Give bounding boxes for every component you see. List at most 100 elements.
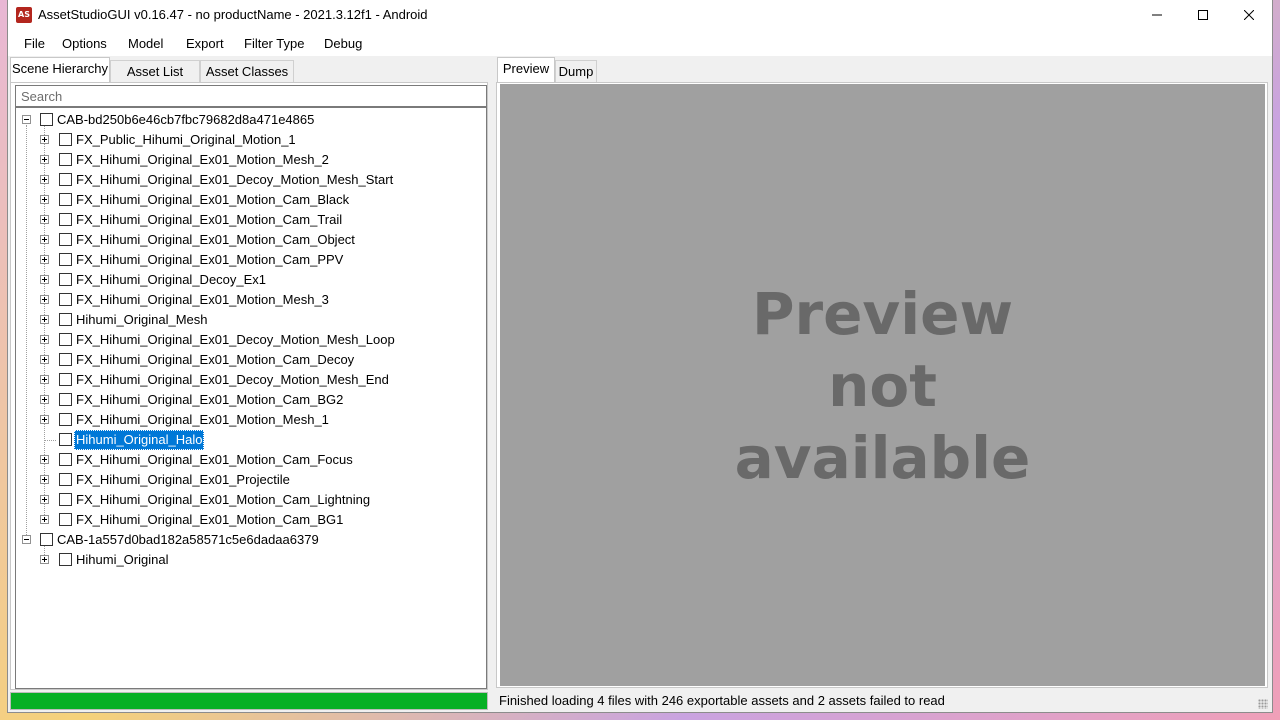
- close-icon: [1244, 10, 1254, 20]
- node-checkbox[interactable]: [59, 173, 72, 186]
- tree-node-label: FX_Hihumi_Original_Ex01_Motion_Cam_BG2: [76, 392, 344, 407]
- node-checkbox[interactable]: [59, 373, 72, 386]
- preview-canvas: Preview not available: [500, 84, 1265, 686]
- close-button[interactable]: [1226, 0, 1272, 30]
- node-checkbox[interactable]: [59, 353, 72, 366]
- collapse-icon[interactable]: [22, 115, 31, 124]
- expand-icon[interactable]: [40, 375, 49, 384]
- node-checkbox[interactable]: [59, 513, 72, 526]
- node-checkbox[interactable]: [59, 333, 72, 346]
- tree-child-node[interactable]: FX_Hihumi_Original_Decoy_Ex1: [16, 270, 486, 290]
- tree-child-node[interactable]: FX_Hihumi_Original_Ex01_Motion_Cam_Black: [16, 190, 486, 210]
- tree-node-label: FX_Hihumi_Original_Ex01_Motion_Mesh_1: [76, 412, 329, 427]
- tree-child-node[interactable]: FX_Hihumi_Original_Ex01_Decoy_Motion_Mes…: [16, 170, 486, 190]
- tab-dump[interactable]: Dump: [555, 60, 597, 82]
- tree-child-node[interactable]: FX_Hihumi_Original_Ex01_Motion_Cam_Objec…: [16, 230, 486, 250]
- tree-child-node[interactable]: Hihumi_Original_Halo: [16, 430, 486, 450]
- tree-child-node[interactable]: Hihumi_Original: [16, 550, 486, 570]
- expand-icon[interactable]: [40, 355, 49, 364]
- expand-icon[interactable]: [40, 395, 49, 404]
- tab-preview[interactable]: Preview: [497, 57, 555, 83]
- tree-child-node[interactable]: FX_Hihumi_Original_Ex01_Motion_Cam_Decoy: [16, 350, 486, 370]
- expand-icon[interactable]: [40, 255, 49, 264]
- expand-icon[interactable]: [40, 135, 49, 144]
- tree-child-node[interactable]: FX_Public_Hihumi_Original_Motion_1: [16, 130, 486, 150]
- expand-icon[interactable]: [40, 175, 49, 184]
- node-checkbox[interactable]: [59, 413, 72, 426]
- expand-icon[interactable]: [40, 555, 49, 564]
- tree-root-node[interactable]: CAB-bd250b6e46cb7fbc79682d8a471e4865: [16, 110, 486, 130]
- menu-filter-type[interactable]: Filter Type: [244, 36, 304, 51]
- expand-icon[interactable]: [40, 495, 49, 504]
- node-checkbox[interactable]: [59, 313, 72, 326]
- tree-child-node[interactable]: FX_Hihumi_Original_Ex01_Motion_Cam_Trail: [16, 210, 486, 230]
- node-checkbox[interactable]: [59, 153, 72, 166]
- tree-child-node[interactable]: FX_Hihumi_Original_Ex01_Motion_Cam_Light…: [16, 490, 486, 510]
- tree-node-label: FX_Hihumi_Original_Ex01_Motion_Cam_Trail: [76, 212, 343, 227]
- node-checkbox[interactable]: [59, 433, 72, 446]
- node-checkbox[interactable]: [40, 113, 53, 126]
- minimize-button[interactable]: [1134, 0, 1180, 30]
- expand-icon[interactable]: [40, 295, 49, 304]
- expand-icon[interactable]: [40, 275, 49, 284]
- maximize-button[interactable]: [1180, 0, 1226, 30]
- tab-asset-classes[interactable]: Asset Classes: [200, 60, 294, 82]
- expand-icon[interactable]: [40, 155, 49, 164]
- node-checkbox[interactable]: [59, 273, 72, 286]
- expand-icon[interactable]: [40, 235, 49, 244]
- tree-node-label: FX_Hihumi_Original_Ex01_Projectile: [76, 472, 290, 487]
- node-checkbox[interactable]: [59, 193, 72, 206]
- node-checkbox[interactable]: [59, 233, 72, 246]
- node-checkbox[interactable]: [59, 213, 72, 226]
- expand-icon[interactable]: [40, 335, 49, 344]
- tree-node-label: FX_Hihumi_Original_Ex01_Motion_Cam_PPV: [76, 252, 344, 267]
- expand-icon[interactable]: [40, 315, 49, 324]
- tab-asset-list[interactable]: Asset List: [110, 60, 200, 82]
- tree-node-label: Hihumi_Original_Mesh: [76, 312, 208, 327]
- node-checkbox[interactable]: [59, 473, 72, 486]
- menu-options[interactable]: Options: [62, 36, 107, 51]
- tree-child-node[interactable]: FX_Hihumi_Original_Ex01_Decoy_Motion_Mes…: [16, 370, 486, 390]
- menu-file[interactable]: File: [24, 36, 45, 51]
- tree-node-label: FX_Hihumi_Original_Ex01_Motion_Cam_Focus: [76, 452, 353, 467]
- node-checkbox[interactable]: [59, 253, 72, 266]
- node-checkbox[interactable]: [59, 493, 72, 506]
- node-checkbox[interactable]: [59, 453, 72, 466]
- title-bar[interactable]: AS AssetStudioGUI v0.16.47 - no productN…: [8, 0, 1272, 30]
- node-checkbox[interactable]: [59, 553, 72, 566]
- node-checkbox[interactable]: [40, 533, 53, 546]
- expand-icon[interactable]: [40, 215, 49, 224]
- tree-child-node[interactable]: FX_Hihumi_Original_Ex01_Motion_Cam_BG1: [16, 510, 486, 530]
- tree-node-label: CAB-bd250b6e46cb7fbc79682d8a471e4865: [57, 112, 315, 127]
- menu-bar: File Options Model Export Filter Type De…: [8, 30, 1272, 57]
- expand-icon[interactable]: [40, 515, 49, 524]
- node-checkbox[interactable]: [59, 393, 72, 406]
- tree-child-node[interactable]: FX_Hihumi_Original_Ex01_Motion_Mesh_1: [16, 410, 486, 430]
- tree-child-node[interactable]: FX_Hihumi_Original_Ex01_Motion_Cam_Focus: [16, 450, 486, 470]
- tree-child-node[interactable]: FX_Hihumi_Original_Ex01_Motion_Mesh_3: [16, 290, 486, 310]
- menu-model[interactable]: Model: [128, 36, 163, 51]
- node-checkbox[interactable]: [59, 293, 72, 306]
- menu-debug[interactable]: Debug: [324, 36, 362, 51]
- search-input[interactable]: [15, 85, 487, 107]
- tree-child-node[interactable]: FX_Hihumi_Original_Ex01_Projectile: [16, 470, 486, 490]
- tree-child-node[interactable]: Hihumi_Original_Mesh: [16, 310, 486, 330]
- collapse-icon[interactable]: [22, 535, 31, 544]
- tree-child-node[interactable]: FX_Hihumi_Original_Ex01_Decoy_Motion_Mes…: [16, 330, 486, 350]
- tree-root-node[interactable]: CAB-1a557d0bad182a58571c5e6dadaa6379: [16, 530, 486, 550]
- scene-tree[interactable]: CAB-bd250b6e46cb7fbc79682d8a471e4865 FX_P…: [15, 107, 487, 689]
- preview-line-2: not: [828, 352, 937, 420]
- tree-child-node[interactable]: FX_Hihumi_Original_Ex01_Motion_Cam_BG2: [16, 390, 486, 410]
- panel-splitter[interactable]: [490, 57, 494, 712]
- node-checkbox[interactable]: [59, 133, 72, 146]
- expand-icon[interactable]: [40, 475, 49, 484]
- menu-export[interactable]: Export: [186, 36, 224, 51]
- resize-grip-icon[interactable]: [1258, 699, 1268, 709]
- expand-icon[interactable]: [40, 415, 49, 424]
- tree-child-node[interactable]: FX_Hihumi_Original_Ex01_Motion_Mesh_2: [16, 150, 486, 170]
- expand-icon[interactable]: [40, 455, 49, 464]
- tree-child-node[interactable]: FX_Hihumi_Original_Ex01_Motion_Cam_PPV: [16, 250, 486, 270]
- expand-icon[interactable]: [40, 195, 49, 204]
- tab-scene-hierarchy[interactable]: Scene Hierarchy: [10, 57, 110, 83]
- right-tab-strip: Preview Dump: [495, 57, 1272, 83]
